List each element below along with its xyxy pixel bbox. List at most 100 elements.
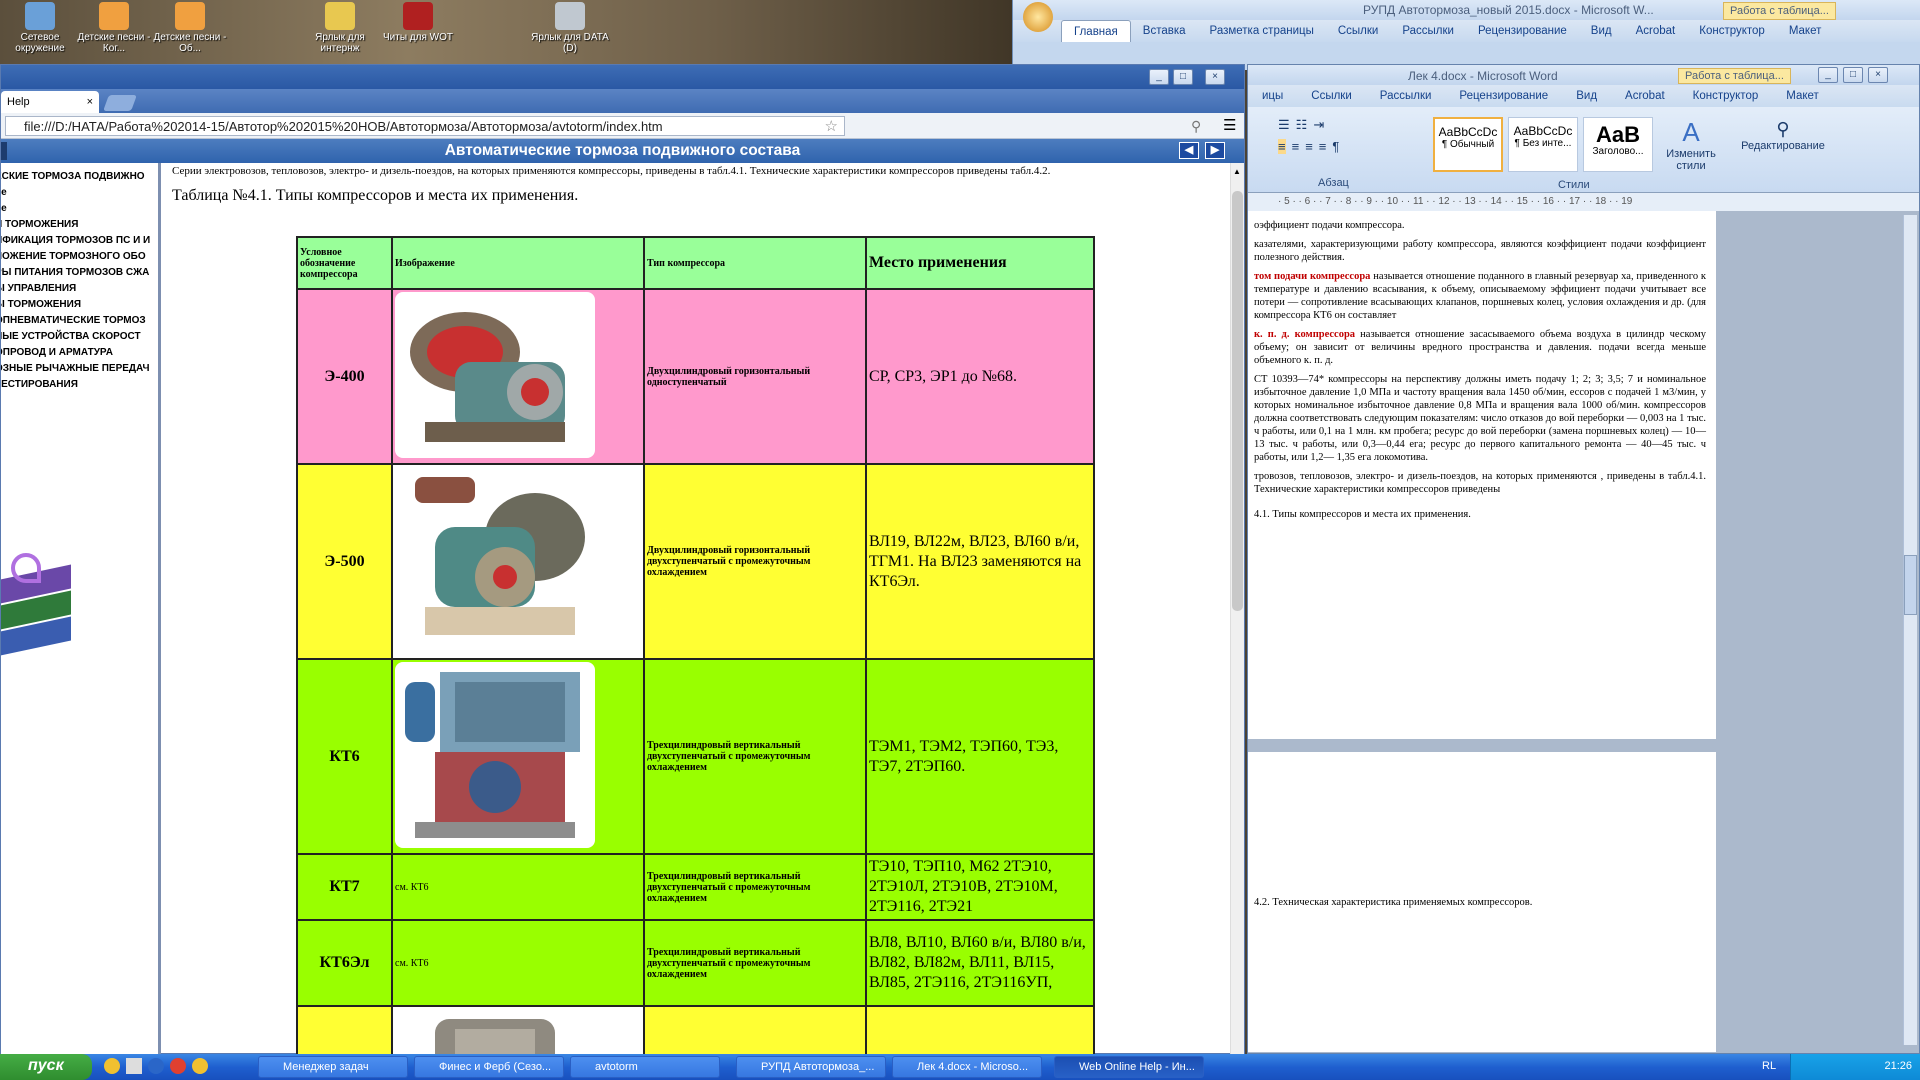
scroll-thumb[interactable] (1232, 191, 1243, 611)
maximize-button[interactable]: □ (1173, 69, 1193, 85)
tab-insert[interactable]: Вставка (1131, 20, 1198, 42)
office-button-icon[interactable] (1023, 2, 1053, 32)
taskbar-item-task-manager[interactable]: Менеджер задач (258, 1056, 408, 1078)
search-icon[interactable]: ⚲ (1191, 118, 1201, 135)
toc-item[interactable]: Ы УПРАВЛЕНИЯ (1, 281, 158, 297)
minimize-button[interactable]: _ (1149, 69, 1169, 85)
tab-page-layout[interactable]: Разметка страницы (1198, 20, 1326, 42)
align-center-icon[interactable]: ≡ (1292, 139, 1300, 154)
justify-icon[interactable]: ≡ (1319, 139, 1327, 154)
numbering-icon[interactable]: ☷ (1296, 117, 1308, 133)
opera-icon[interactable] (170, 1058, 186, 1074)
document-page-1[interactable]: оэффициент подачи компрессора. казателям… (1248, 211, 1716, 739)
next-page-icon[interactable]: ▶ (1205, 142, 1225, 159)
toc-item[interactable]: ЕСКИЕ ТОРМОЗА ПОДВИЖНО (1, 169, 158, 185)
cell-code: Э-500 (296, 463, 393, 660)
taskbar-item-rupd[interactable]: РУПД Автотормоза_... (736, 1056, 886, 1078)
style-normal[interactable]: AaBbCcDc ¶ Обычный (1433, 117, 1503, 172)
minimize-button[interactable]: _ (1818, 67, 1838, 83)
toc-item[interactable]: ОПНЕВМАТИЧЕСКИЕ ТОРМОЗ (1, 313, 158, 329)
tab-title: Help (7, 96, 30, 108)
editing-label: Редактирование (1741, 140, 1825, 152)
toc-item[interactable]: РЫ ПИТАНИЯ ТОРМОЗОВ СЖА (1, 265, 158, 281)
desktop-icon-network[interactable]: Сетевое окружение (0, 2, 80, 54)
bullets-icon[interactable]: ☰ (1278, 117, 1290, 133)
style-heading[interactable]: AaB Заголово... (1583, 117, 1653, 172)
word-icon[interactable] (126, 1058, 142, 1074)
tab-view[interactable]: Вид (1562, 85, 1611, 107)
toc-item[interactable]: НЫЕ УСТРОЙСТВА СКОРОСТ (1, 329, 158, 345)
close-button[interactable]: × (1868, 67, 1888, 83)
tab-review[interactable]: Рецензирование (1445, 85, 1562, 107)
editing-button[interactable]: ⚲ Редактирование (1738, 119, 1828, 152)
prev-page-icon[interactable]: ◀ (1179, 142, 1199, 159)
language-indicator[interactable]: RL (1762, 1060, 1776, 1072)
tab-design[interactable]: Конструктор (1679, 85, 1773, 107)
document-page-2[interactable]: 4.2. Техническая характеристика применяе… (1248, 752, 1716, 1052)
start-button[interactable]: пуск (0, 1054, 92, 1080)
chrome-icon[interactable] (104, 1058, 120, 1074)
scroll-up-icon[interactable]: ▲ (1233, 167, 1241, 176)
browser-window[interactable]: _ □ × Help × file:///D:/НАТА/Работа%20201… (0, 64, 1245, 1055)
toc-item[interactable]: И ТОРМОЖЕНИЯ (1, 217, 158, 233)
maximize-button[interactable]: □ (1843, 67, 1863, 83)
desktop-icon-data-drive[interactable]: Ярлык для DATA (D) (530, 2, 610, 54)
tab-home[interactable]: Главная (1061, 20, 1131, 42)
align-left-icon[interactable]: ≡ (1278, 139, 1286, 154)
tab-acrobat[interactable]: Acrobat (1611, 85, 1679, 107)
toc-item[interactable]: ЛОЖЕНИЕ ТОРМОЗНОГО ОБО (1, 249, 158, 265)
tab-references[interactable]: Ссылки (1326, 20, 1391, 42)
desktop-icon-song2[interactable]: Детские песни - Об... (150, 2, 230, 54)
taskbar-item-avtotorm[interactable]: avtotorm (570, 1056, 720, 1078)
cell-image-ref: см. КТ6 (391, 919, 645, 1007)
browser-tab[interactable]: Help × (1, 91, 99, 113)
toc-item[interactable]: ие (1, 185, 158, 201)
ie-icon[interactable] (148, 1058, 164, 1074)
taskbar-item-label: avtotorm (595, 1061, 638, 1073)
cell-type: Двухцилиндровый горизонтальный двухступе… (643, 463, 867, 660)
chrome-icon-2[interactable] (192, 1058, 208, 1074)
scroll-thumb[interactable] (1904, 555, 1917, 615)
tab-review[interactable]: Рецензирование (1466, 20, 1579, 42)
taskbar-item-phineas[interactable]: Финес и Ферб (Сезо... (414, 1056, 564, 1078)
pilcrow-icon[interactable]: ¶ (1332, 139, 1339, 154)
desktop-icon-song1[interactable]: Детские песни - Ког... (74, 2, 154, 54)
tab-layout[interactable]: Макет (1772, 85, 1833, 107)
indent-icon[interactable]: ⇥ (1313, 117, 1324, 133)
style-no-spacing[interactable]: AaBbCcDc ¶ Без инте... (1508, 117, 1578, 172)
toc-item[interactable]: Ы ТОРМОЖЕНИЯ (1, 297, 158, 313)
toc-item[interactable]: а (1, 393, 158, 409)
align-right-icon[interactable]: ≡ (1305, 139, 1313, 154)
toc-item[interactable]: ОПРОВОД И АРМАТУРА (1, 345, 158, 361)
tab-mailings[interactable]: Рассылки (1390, 20, 1466, 42)
desktop-icon-wot[interactable]: Читы для WOT (378, 2, 458, 43)
change-styles-button[interactable]: A Изменить стили (1666, 117, 1716, 172)
word-vertical-scrollbar[interactable] (1903, 215, 1917, 1045)
address-bar[interactable]: file:///D:/НАТА/Работа%202014-15/Автотор… (5, 116, 845, 136)
tab-references[interactable]: Ссылки (1297, 85, 1366, 107)
tab-view[interactable]: Вид (1579, 20, 1624, 42)
content-vertical-scrollbar[interactable]: ▲ (1230, 163, 1244, 1055)
bookmark-star-icon[interactable]: ☆ (825, 117, 838, 135)
desktop-icon-shortcut[interactable]: Ярлык для интернж (300, 2, 380, 54)
tab-mailings[interactable]: Рассылки (1366, 85, 1446, 107)
word-window-back[interactable]: РУПД Автотормоза_новый 2015.docx - Micro… (1012, 0, 1920, 70)
tab-acrobat[interactable]: Acrobat (1624, 20, 1688, 42)
tab-design[interactable]: Конструктор (1687, 20, 1777, 42)
menu-icon[interactable]: ☰ (1223, 116, 1236, 134)
toc-item[interactable]: ОЗНЫЕ РЫЧАЖНЫЕ ПЕРЕДАЧ (1, 361, 158, 377)
toc-item[interactable]: ИФИКАЦИЯ ТОРМОЗОВ ПС И И (1, 233, 158, 249)
tab-layout[interactable]: Макет (1777, 20, 1834, 42)
taskbar-item-lek4[interactable]: Лек 4.docx - Microso... (892, 1056, 1042, 1078)
system-tray: 21:26 (1790, 1054, 1920, 1080)
toc-item[interactable]: ТЕСТИРОВАНИЯ (1, 377, 158, 393)
toc-item[interactable]: ие (1, 201, 158, 217)
tab-close-icon[interactable]: × (87, 96, 93, 108)
tab-tables[interactable]: ицы (1248, 85, 1297, 107)
taskbar-item-help[interactable]: Web Online Help - Ин... (1054, 1056, 1204, 1078)
clock[interactable]: 21:26 (1884, 1060, 1912, 1072)
close-button[interactable]: × (1205, 69, 1225, 85)
word-window-front[interactable]: Лек 4.docx - Microsoft Word Работа с таб… (1247, 64, 1920, 1054)
new-tab-button[interactable] (103, 95, 137, 111)
word-front-ribbon: ☰ ☷ ⇥ ≡ ≡ ≡ ≡ ¶ Абзац AaBbCcDc ¶ Обычный AaBbCc… (1248, 107, 1919, 193)
